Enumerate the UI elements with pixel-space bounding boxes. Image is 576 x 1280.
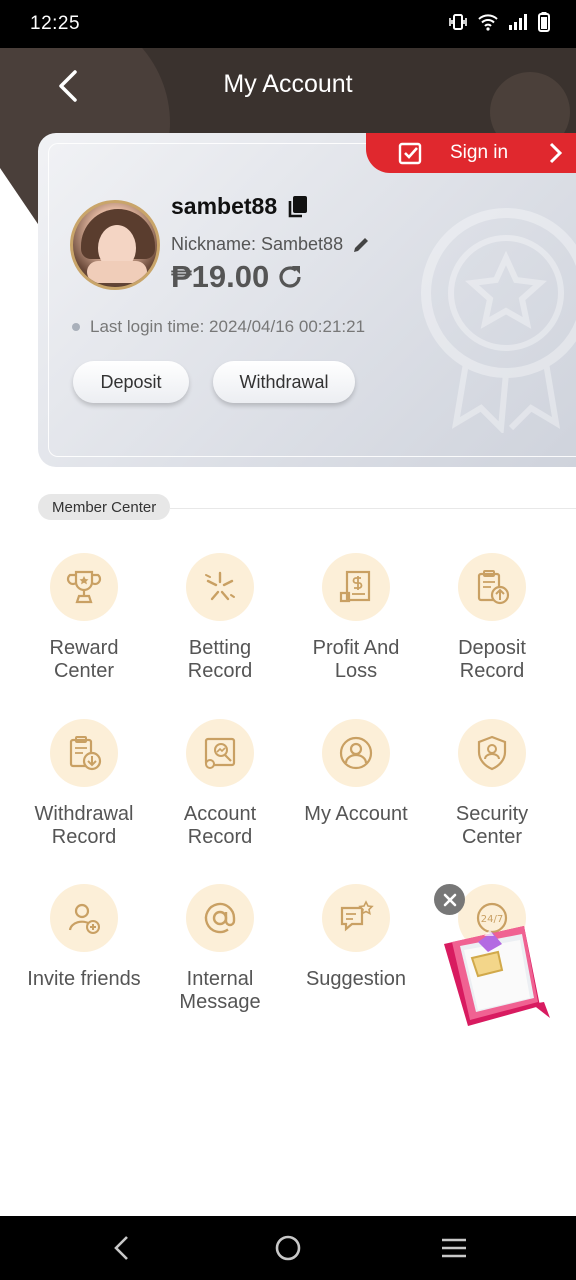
user-add-icon [68,903,100,934]
nav-home-icon [275,1235,301,1261]
nav-home-button[interactable] [270,1232,306,1264]
copy-icon[interactable] [287,195,309,219]
chat-star-icon [340,900,374,932]
nickname: Nickname: Sambet88 [171,234,344,254]
menu-item-deposit-record[interactable]: Deposit Record [424,553,560,683]
status-icons [448,12,550,32]
calendar-check-icon [398,142,422,165]
balance-row: ₱19.00 [171,259,305,295]
floating-promo[interactable] [432,884,562,1034]
menu-item-my-account[interactable]: My Account [288,719,424,826]
menu-item-withdrawal-record[interactable]: Withdrawal Record [16,719,152,849]
menu-item-reward-center[interactable]: Reward Center [16,553,152,683]
star-burst-icon [205,571,235,601]
menu-item-invite-friends[interactable]: Invite friends [16,884,152,991]
user-circle-icon [339,736,373,770]
username: sambet88 [171,193,278,219]
nav-menu-button[interactable] [436,1232,472,1264]
avatar[interactable] [70,200,160,290]
menu-item-label: My Account [304,803,408,825]
menu-item-label: Internal Message [179,968,261,1013]
signal-icon [509,14,527,30]
chart-report-icon [204,737,236,769]
menu-item-internal-message[interactable]: Internal Message [152,884,288,1014]
medal-watermark-icon [421,208,576,433]
invoice-dollar-icon [339,570,371,603]
username-row: sambet88 [171,193,309,220]
chevron-right-icon [549,142,562,164]
menu-item-label: Suggestion [305,968,407,990]
system-nav-bar [0,1216,576,1280]
sign-in-button[interactable]: Sign in [366,133,576,173]
profile-card: Sign in sambet88 Nickname: Sambet88 ₱19.… [38,133,576,467]
menu-item-account-record[interactable]: Account Record [152,719,288,849]
nav-back-icon [114,1236,128,1260]
menu-item-profit-and-loss[interactable]: Profit And Loss [288,553,424,683]
divider [170,508,576,509]
shield-user-icon [477,735,507,771]
wifi-icon [478,14,498,31]
last-login: Last login time: 2024/04/16 00:21:21 [72,317,365,337]
menu-item-betting-record[interactable]: Betting Record [152,553,288,683]
refresh-icon[interactable] [275,262,305,292]
clipboard-download-icon [69,736,102,771]
last-login-text: Last login time: 2024/04/16 00:21:21 [90,317,366,336]
menu-item-label: Reward Center [49,637,119,682]
nav-menu-icon [442,1238,466,1258]
deposit-button[interactable]: Deposit [73,361,189,403]
edit-pencil-icon[interactable] [351,235,371,255]
menu-item-label: Invite friends [27,968,141,990]
nickname-row: Nickname: Sambet88 [171,234,371,255]
clipboard-upload-icon [477,570,510,605]
nav-back-button[interactable] [104,1232,140,1264]
balance: ₱19.00 [171,259,270,294]
close-icon [443,893,456,906]
status-time: 12:25 [30,13,81,34]
sign-in-label: Sign in [450,142,509,163]
close-promo-button[interactable] [434,884,465,915]
trophy-icon [66,570,102,604]
at-sign-icon [204,902,236,934]
page-title: My Account [223,70,353,98]
menu-item-label: Account Record [183,803,257,848]
vibrate-icon [449,14,467,30]
battery-icon [538,12,550,32]
menu-item-label: Deposit Record [458,637,526,682]
menu-item-label: Profit And Loss [312,637,400,682]
status-bar: 12:25 [0,0,576,48]
menu-item-label: Withdrawal Record [34,803,134,848]
menu-item-suggestion[interactable]: Suggestion [288,884,424,991]
menu-item-label: Security Center [455,803,529,848]
member-center-tag: Member Center [38,494,171,520]
menu-item-security-center[interactable]: Security Center [424,719,560,849]
menu-item-label: Betting Record [187,637,253,682]
withdrawal-button[interactable]: Withdrawal [213,361,355,403]
